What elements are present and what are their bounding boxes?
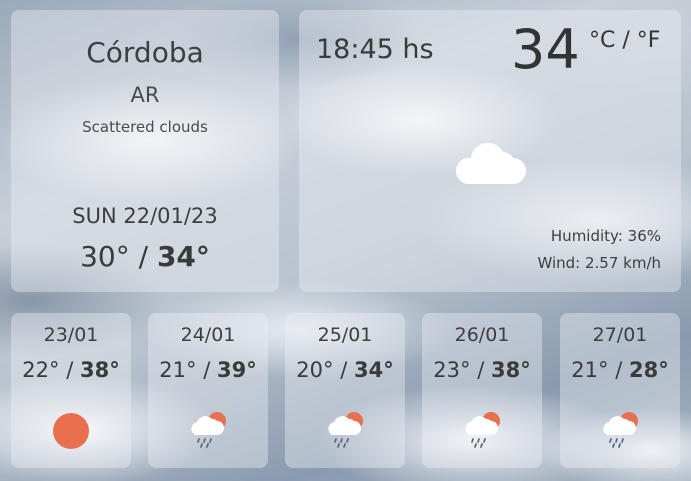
country-code: AR — [130, 83, 160, 107]
current-min-max: 30° / 34° — [11, 240, 279, 273]
rain-sun-icon — [560, 409, 680, 449]
forecast-date: 24/01 — [180, 324, 236, 346]
forecast-min-temp: 21° — [159, 358, 197, 382]
rain-sun-icon — [148, 409, 268, 449]
local-time: 18:45 hs — [316, 34, 434, 65]
current-temperature: 34 — [511, 18, 580, 81]
unit-toggle[interactable]: °C / °F — [589, 28, 660, 53]
forecast-min-max: 21° / 39° — [159, 358, 257, 382]
forecast-min-temp: 20° — [296, 358, 334, 382]
forecast-card-day-3: 25/01 20° / 34° — [285, 313, 405, 468]
forecast-date: 23/01 — [43, 324, 99, 346]
humidity-readout: Humidity: 36% — [550, 227, 661, 245]
city-card: Córdoba AR Scattered clouds SUN 22/01/23… — [11, 10, 279, 292]
forecast-min-temp: 22° — [22, 358, 60, 382]
forecast-min-max: 22° / 38° — [22, 358, 120, 382]
forecast-min-max: 21° / 28° — [571, 358, 669, 382]
wind-readout: Wind: 2.57 km/h — [537, 254, 661, 272]
forecast-card-day-4: 26/01 23° / 38° — [422, 313, 542, 468]
rain-sun-icon — [422, 409, 542, 449]
current-date: SUN 22/01/23 — [72, 204, 218, 228]
forecast-date: 25/01 — [317, 324, 373, 346]
forecast-max-temp: 39° — [216, 358, 257, 382]
rain-sun-icon — [285, 409, 405, 449]
cloud-icon — [451, 136, 527, 190]
city-name: Córdoba — [86, 36, 204, 69]
forecast-min-max: 23° / 38° — [433, 358, 531, 382]
forecast-date: 26/01 — [454, 324, 510, 346]
forecast-max-temp: 28° — [628, 358, 669, 382]
forecast-min-temp: 23° — [433, 358, 471, 382]
weather-description: Scattered clouds — [82, 118, 208, 136]
current-max-temp: 34° — [156, 240, 210, 273]
current-min-temp: 30° — [80, 240, 130, 273]
forecast-card-day-2: 24/01 21° / 39° — [148, 313, 268, 468]
forecast-max-temp: 34° — [353, 358, 394, 382]
sun-icon — [53, 413, 89, 449]
forecast-min-max: 20° / 34° — [296, 358, 394, 382]
temp-separator: / — [129, 240, 157, 273]
forecast-date: 27/01 — [592, 324, 648, 346]
forecast-card-day-1: 23/01 22° / 38° — [11, 313, 131, 468]
forecast-min-temp: 21° — [571, 358, 609, 382]
current-conditions-card: 18:45 hs 34 °C / °F Humidity: 36% Wind: … — [299, 10, 681, 292]
forecast-max-temp: 38° — [79, 358, 120, 382]
forecast-max-temp: 38° — [490, 358, 531, 382]
forecast-card-day-5: 27/01 21° / 28° — [560, 313, 680, 468]
